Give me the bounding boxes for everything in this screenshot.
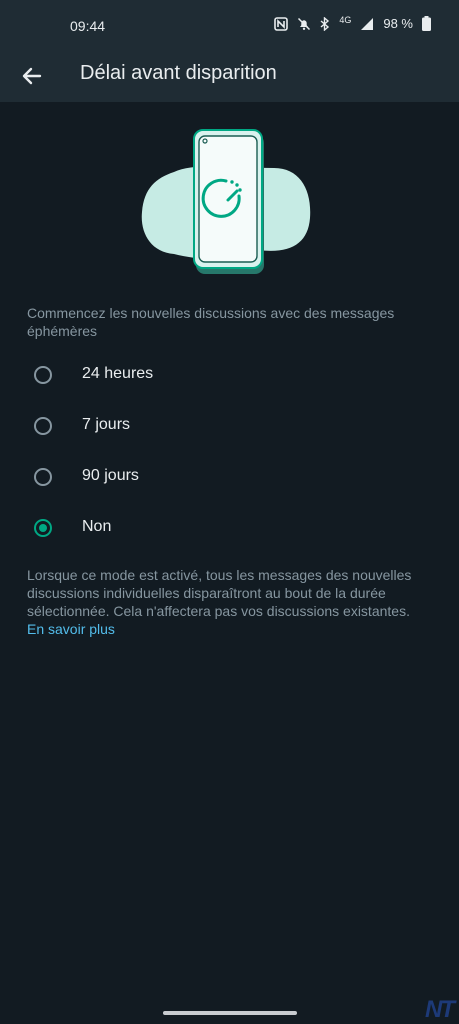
gesture-navigation-bar[interactable]: [163, 1011, 297, 1015]
radio-button[interactable]: [34, 417, 52, 435]
option-90-days[interactable]: 90 jours: [0, 454, 459, 504]
radio-button[interactable]: [34, 366, 52, 384]
option-24-hours[interactable]: 24 heures: [0, 352, 459, 402]
status-bar: 09:44 4G 98 %: [0, 0, 459, 52]
signal-icon: [361, 17, 374, 30]
network-type: 4G: [339, 14, 352, 25]
phone-timer-illustration: [141, 129, 311, 274]
option-label: 24 heures: [82, 365, 154, 382]
intro-text: Commencez les nouvelles discussions avec…: [27, 305, 395, 339]
learn-more-link[interactable]: En savoir plus: [27, 621, 115, 637]
nfc-icon: [274, 16, 289, 31]
mute-bell-icon: [298, 17, 311, 30]
page-title: Délai avant disparition: [80, 62, 277, 84]
app-bar: Délai avant disparition: [0, 52, 459, 102]
option-off[interactable]: Non: [0, 505, 459, 555]
arrow-left-icon: [22, 67, 42, 85]
option-label: 7 jours: [82, 416, 131, 433]
status-time: 09:44: [70, 18, 106, 34]
battery-percent: 98 %: [383, 16, 413, 31]
footer-text: Lorsque ce mode est activé, tous les mes…: [27, 567, 412, 619]
footer-note: Lorsque ce mode est activé, tous les mes…: [27, 566, 427, 638]
option-label: Non: [82, 518, 112, 535]
back-button[interactable]: [18, 62, 46, 90]
option-7-days[interactable]: 7 jours: [0, 403, 459, 453]
radio-button-selected[interactable]: [34, 519, 52, 537]
status-icons: 4G 98 %: [274, 14, 431, 31]
option-label: 90 jours: [82, 467, 139, 484]
bluetooth-icon: [320, 16, 330, 31]
radio-button[interactable]: [34, 468, 52, 486]
battery-icon: [422, 16, 431, 31]
watermark-logo: NT: [425, 996, 455, 1023]
